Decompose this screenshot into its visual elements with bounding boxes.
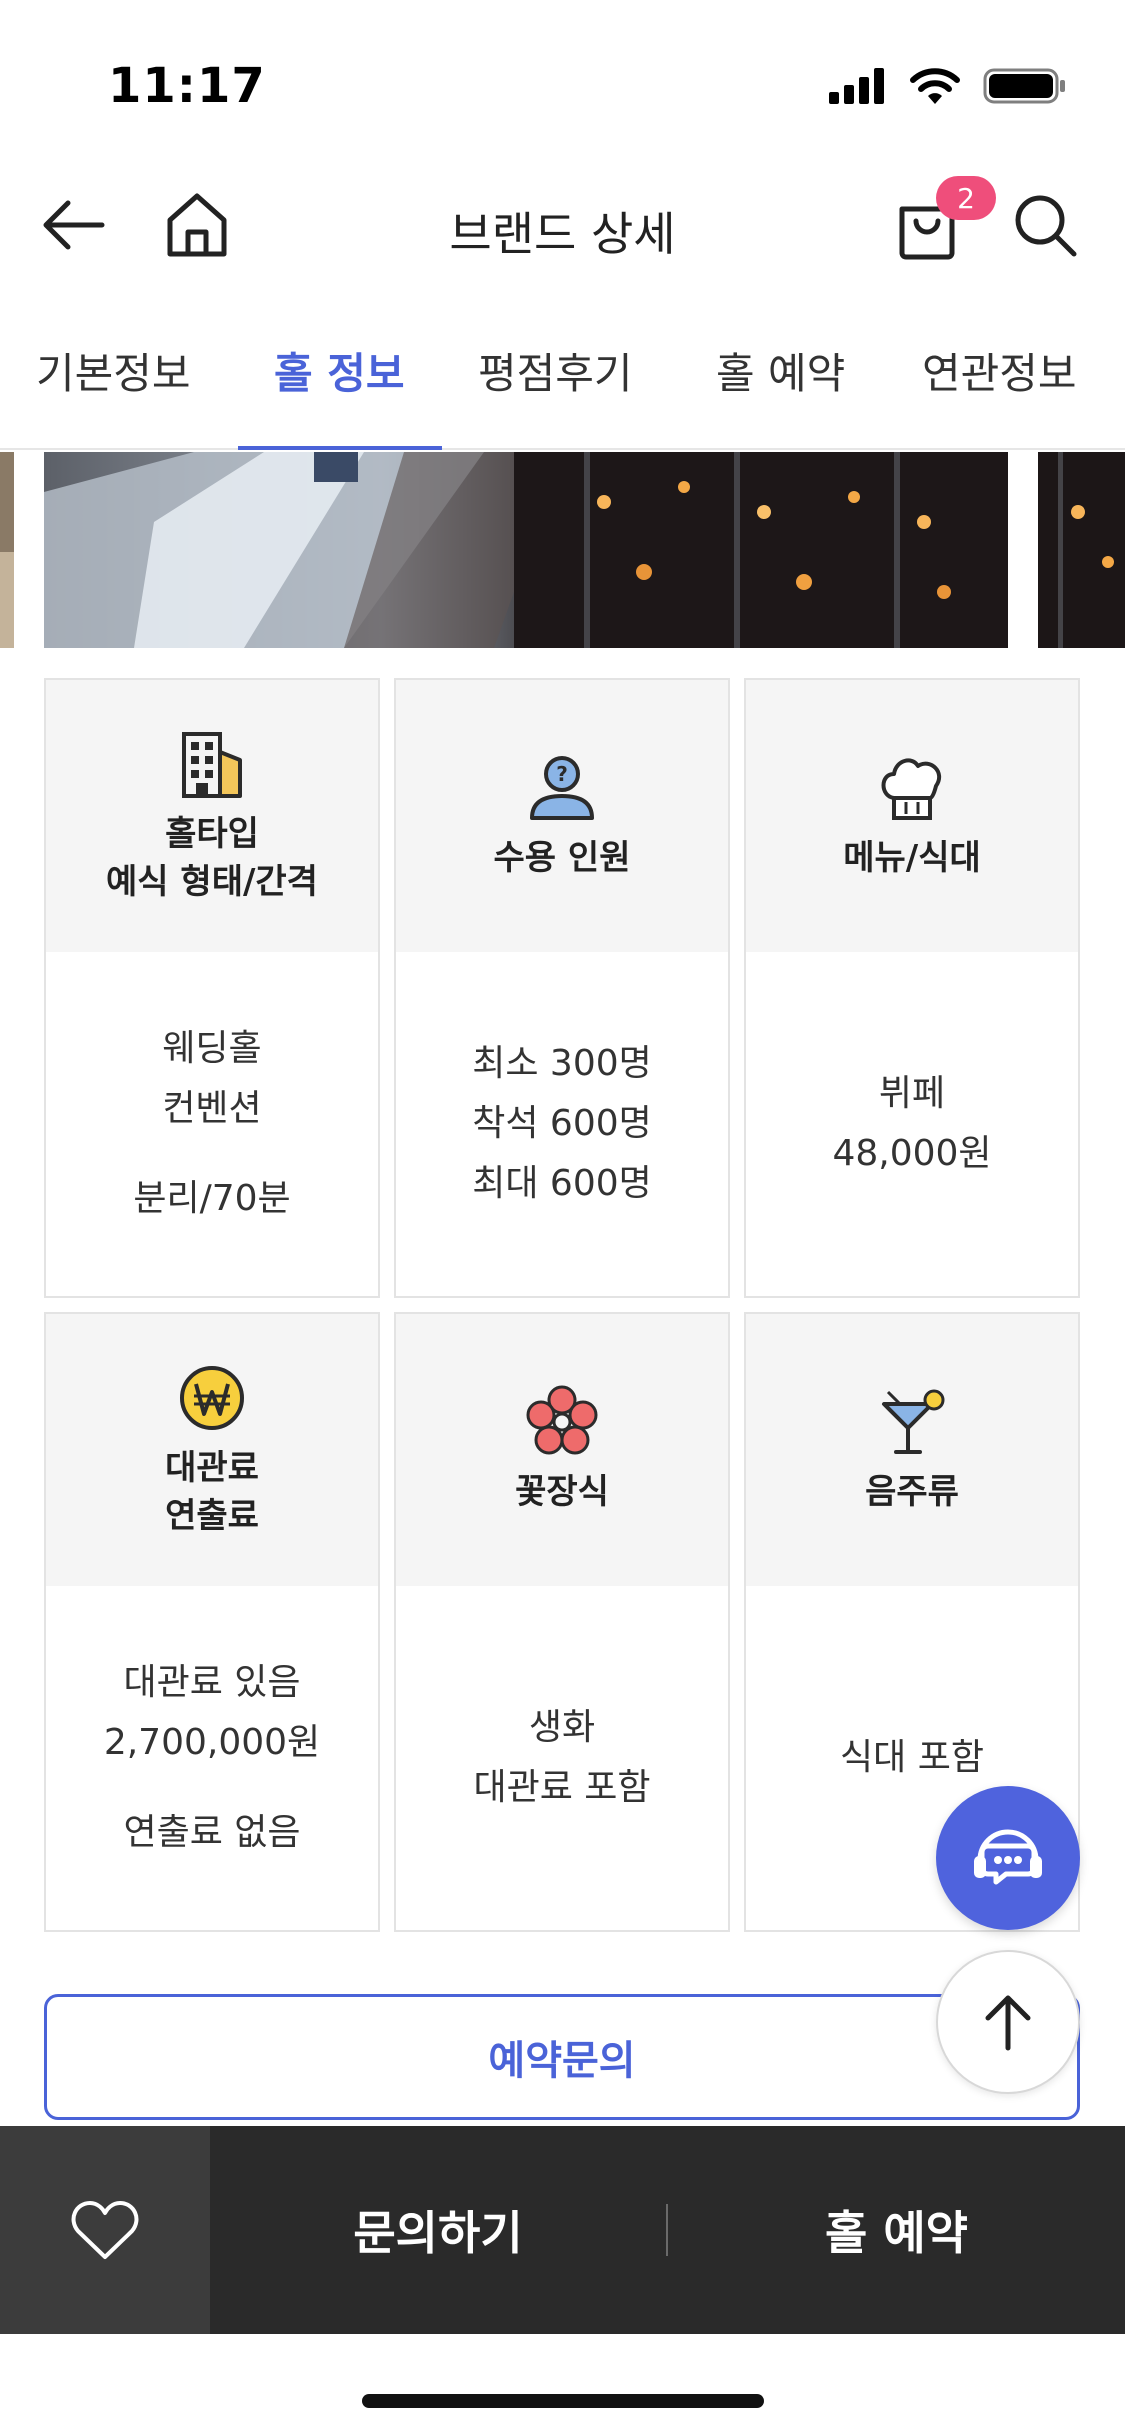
- info-card-menu: 메뉴/식대 뷔페 48,000원: [744, 678, 1080, 1298]
- card-title-line: 수용 인원: [493, 838, 631, 878]
- cart-count-badge: 2: [936, 176, 996, 220]
- info-card-hall-type: 홀타입 예식 형태/간격 웨딩홀 컨벤션 분리/70분: [44, 678, 380, 1298]
- card-header: ? 수용 인원: [396, 680, 728, 952]
- card-value: 착석 600명: [472, 1103, 652, 1144]
- card-title-line: 음주류: [865, 1472, 959, 1512]
- hall-reservation-button[interactable]: 홀 예약: [668, 2126, 1125, 2334]
- card-title-line: 꽃장식: [515, 1472, 609, 1512]
- building-icon: [182, 732, 242, 798]
- home-indicator: [362, 2394, 764, 2408]
- card-title-line: 연출료: [165, 1496, 259, 1536]
- tab-bar: 기본정보 홀 정보 평점후기 홀 예약 연관정보: [0, 300, 1125, 450]
- hall-photo-carousel[interactable]: [0, 452, 1125, 648]
- search-icon: [1015, 195, 1077, 257]
- card-title-line: 메뉴/식대: [843, 838, 981, 878]
- card-body: 웨딩홀 컨벤션 분리/70분: [46, 952, 378, 1296]
- card-value: 대관료 있음: [123, 1662, 301, 1703]
- tab-related-info[interactable]: 연관정보: [922, 340, 1077, 401]
- tab-reviews[interactable]: 평점후기: [478, 340, 633, 401]
- card-body: 뷔페 48,000원: [746, 952, 1078, 1296]
- status-icons: [827, 66, 1067, 106]
- wifi-icon: [910, 68, 960, 104]
- card-header: 메뉴/식대: [746, 680, 1078, 952]
- hall-photo-prev: [0, 452, 14, 648]
- card-title-line: 예식 형태/간격: [106, 862, 318, 902]
- scroll-to-top-button[interactable]: [936, 1950, 1080, 2094]
- reservation-inquiry-button[interactable]: 예약문의: [44, 1994, 1080, 2120]
- hall-photo: [44, 452, 1008, 648]
- svg-text:?: ?: [556, 762, 568, 786]
- card-header: 홀타입 예식 형태/간격: [46, 680, 378, 952]
- heart-icon: [71, 2201, 139, 2259]
- card-value: 생화: [528, 1707, 596, 1748]
- flower-icon: [526, 1385, 598, 1455]
- card-header: 음주류: [746, 1314, 1078, 1586]
- tab-hall-info[interactable]: 홀 정보: [274, 340, 405, 401]
- info-card-rental-fee: 대관료 연출료 대관료 있음 2,700,000원 연출료 없음: [44, 1312, 380, 1932]
- card-value: 최대 600명: [472, 1163, 652, 1204]
- card-body: 최소 300명 착석 600명 최대 600명: [396, 952, 728, 1296]
- search-button[interactable]: [1002, 182, 1088, 268]
- card-value: 뷔페: [878, 1073, 946, 1114]
- info-card-flowers: 꽃장식 생화 대관료 포함: [394, 1312, 730, 1932]
- card-header: 대관료 연출료: [46, 1314, 378, 1586]
- card-value: 대관료 포함: [473, 1767, 651, 1808]
- chef-hat-icon: [881, 758, 942, 820]
- card-value: 분리/70분: [133, 1178, 291, 1219]
- arrow-up-icon: [985, 1995, 1031, 2051]
- card-body: 대관료 있음 2,700,000원 연출료 없음: [46, 1586, 378, 1930]
- battery-icon: [983, 68, 1065, 104]
- cart-button[interactable]: 2: [884, 176, 996, 268]
- info-card-capacity: ? 수용 인원 최소 300명 착석 600명 최대 600명: [394, 678, 730, 1298]
- card-title-line: 홀타입: [165, 814, 259, 854]
- person-question-icon: ?: [530, 756, 594, 820]
- card-value: 웨딩홀: [162, 1028, 262, 1069]
- card-value: 최소 300명: [472, 1043, 652, 1084]
- card-value: 연출료 없음: [123, 1812, 301, 1853]
- tab-active-underline: [238, 446, 442, 450]
- tab-basic-info[interactable]: 기본정보: [36, 340, 191, 401]
- status-bar: 11:17: [0, 0, 1125, 160]
- signal-icon: [829, 68, 884, 104]
- headset-chat-icon: [974, 1829, 1042, 1885]
- tab-hall-reservation[interactable]: 홀 예약: [716, 340, 845, 401]
- card-title-line: 대관료: [165, 1448, 259, 1488]
- status-time: 11:17: [108, 58, 266, 114]
- cocktail-icon: [882, 1389, 945, 1454]
- app-header: 브랜드 상세 2: [0, 160, 1125, 290]
- card-header: 꽃장식: [396, 1314, 728, 1586]
- chat-support-button[interactable]: [936, 1786, 1080, 1930]
- card-value: 컨벤션: [162, 1088, 262, 1129]
- hall-photo-next: [1038, 452, 1125, 648]
- bottom-action-bar: 문의하기 홀 예약: [0, 2126, 1125, 2334]
- card-value: 2,700,000원: [103, 1722, 321, 1763]
- inquiry-button[interactable]: 문의하기: [210, 2126, 666, 2334]
- favorite-button[interactable]: [0, 2126, 210, 2334]
- card-value: 식대 포함: [840, 1737, 984, 1778]
- card-value: 48,000원: [832, 1133, 992, 1174]
- card-body: 생화 대관료 포함: [396, 1586, 728, 1930]
- won-coin-icon: [180, 1366, 244, 1430]
